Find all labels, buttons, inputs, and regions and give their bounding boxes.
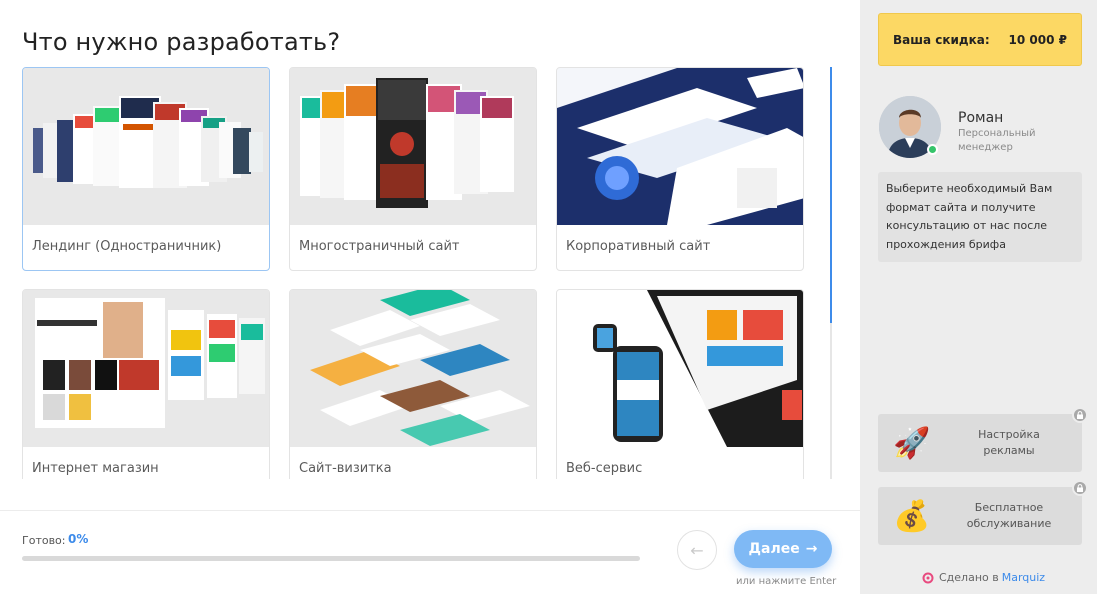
footer-divider: [0, 510, 860, 511]
online-status-icon: [927, 144, 938, 155]
lock-icon: [1072, 480, 1088, 496]
option-card-landing[interactable]: Лендинг (Одностраничник): [22, 67, 270, 271]
option-card-webservice[interactable]: Веб-сервис: [556, 289, 804, 479]
enter-hint: или нажмите Enter: [736, 576, 837, 587]
back-button[interactable]: ←: [677, 530, 717, 570]
progress-bar: [22, 556, 640, 561]
discount-box: Ваша скидка: 10 000 ₽: [878, 13, 1082, 66]
option-label: Корпоративный сайт: [566, 239, 711, 254]
option-label: Интернет магазин: [32, 461, 159, 476]
option-label: Сайт-визитка: [299, 461, 392, 476]
option-card-vizitka[interactable]: Сайт-визитка: [289, 289, 537, 479]
arrow-right-icon: →: [805, 541, 818, 557]
money-bag-icon: 💰: [893, 498, 931, 534]
discount-value: 10 000 ₽: [1008, 32, 1067, 47]
option-label: Веб-сервис: [566, 461, 643, 476]
made-with-prefix: Сделано в: [939, 571, 999, 584]
manager-message: Выберите необходимый Вам формат сайта и …: [878, 172, 1082, 262]
made-with-brand: Marquiz: [1001, 571, 1046, 584]
made-with-link[interactable]: Сделано в Marquiz: [922, 571, 1045, 584]
marquiz-logo-icon: [922, 572, 934, 583]
eshop-image: [23, 290, 269, 447]
option-card-eshop[interactable]: Интернет магазин: [22, 289, 270, 479]
rocket-icon: 🚀: [893, 425, 931, 461]
quiz-main: Что нужно разработать? Лендинг (Одностра…: [0, 0, 860, 594]
bonus-label: Настройка рекламы: [978, 428, 1040, 457]
bonus-label: Бесплатное обслуживание: [966, 501, 1052, 530]
manager-role: Персональный менеджер: [958, 128, 1036, 153]
option-card-multipage[interactable]: Многостраничный сайт: [289, 67, 537, 271]
next-button-label: Далее: [748, 541, 800, 557]
lock-icon: [1072, 407, 1088, 423]
vizitka-image: [290, 290, 536, 447]
bonus-maintenance: 💰 Бесплатное обслуживание: [878, 487, 1082, 545]
progress-value: 0%: [68, 532, 89, 546]
option-label: Многостраничный сайт: [299, 239, 460, 254]
arrow-left-icon: ←: [690, 540, 704, 560]
options-grid: Лендинг (Одностраничник) Многостраничный…: [22, 67, 804, 479]
discount-label: Ваша скидка:: [893, 32, 990, 47]
next-button[interactable]: Далее →: [734, 530, 832, 568]
question-title: Что нужно разработать?: [22, 28, 341, 56]
option-card-corporate[interactable]: Корпоративный сайт: [556, 67, 804, 271]
multipage-image: [290, 68, 536, 225]
bonus-ads: 🚀 Настройка рекламы: [878, 414, 1082, 472]
scrollbar-thumb[interactable]: [830, 67, 832, 323]
sidebar: Ваша скидка: 10 000 ₽ Роман Персональный…: [860, 0, 1097, 594]
option-label: Лендинг (Одностраничник): [32, 239, 222, 254]
landing-image: [23, 68, 269, 225]
progress-label: Готово:: [22, 534, 66, 547]
corporate-image: [557, 68, 803, 225]
webservice-image: [557, 290, 803, 447]
manager-name: Роман: [958, 110, 1004, 126]
